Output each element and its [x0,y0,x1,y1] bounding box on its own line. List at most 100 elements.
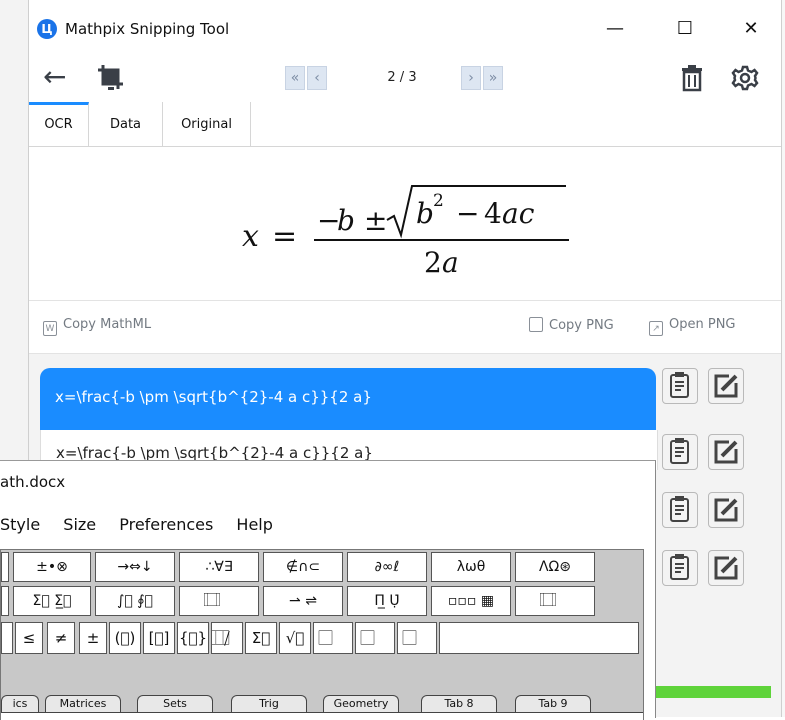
palette-parentheses[interactable]: (⃞) [109,622,141,654]
palette-tab-trig[interactable]: Trig [231,695,307,713]
palette-tab-8[interactable]: Tab 8 [421,695,497,713]
copy-mathml-label: Copy MathML [63,317,152,332]
toolbar: ← « ‹ 2 / 3 › » [29,58,781,102]
palette-button[interactable] [1,586,9,616]
palette-integrals[interactable]: ∫⃞ ∮⃞ [95,586,175,616]
trash-icon[interactable] [679,64,705,92]
copy-clipboard-button[interactable] [662,550,698,586]
previous-page-button[interactable]: ‹ [307,66,327,90]
palette-plus-minus[interactable]: ± [79,622,107,654]
palette-superscript[interactable]: ⃞ [313,622,353,654]
palette-tab-statistics[interactable]: ics [1,695,39,713]
mathpix-logo-icon: Ц [37,19,57,39]
palette-operators[interactable]: ±•⊗ [13,552,91,582]
result-latex-text: x=\frac{-b \pm \sqrt{b^{2}-4 a c}}{2 a} [55,388,372,406]
palette-tab-matrices[interactable]: Matrices [45,695,121,713]
svg-text:−: − [456,197,479,230]
edit-button[interactable] [708,492,744,528]
svg-text:b: b [337,204,355,237]
palette-tab-content [1,712,643,720]
palette-sub-superscript[interactable]: ⃞ [397,622,437,654]
new-snip-icon[interactable] [95,62,127,94]
minimize-button[interactable]: — [595,14,635,44]
copy-clipboard-button[interactable] [662,368,698,404]
svg-text:±: ± [364,204,387,237]
svg-text:2: 2 [424,246,442,274]
palette-underbars[interactable]: ⃞ ⃞ [179,586,259,616]
palette-arrows[interactable]: →⇔↓ [95,552,175,582]
palette-tab-9[interactable]: Tab 9 [515,695,591,713]
word-doc-icon: W [43,321,57,336]
palette-matrices[interactable]: ▫▫▫ ▦ [431,586,511,616]
palette-products[interactable]: Π̲ Ụ̇ [347,586,427,616]
svg-text:=: = [272,219,297,254]
copy-icon [529,317,543,332]
palette-tab-sets[interactable]: Sets [137,695,213,713]
palette-brackets[interactable]: [⃞] [143,622,175,654]
svg-text:a: a [442,246,459,274]
palette-misc-symbols[interactable]: ∂∞ℓ [347,552,427,582]
menu-preferences[interactable]: Preferences [119,515,213,534]
tab-ocr[interactable]: OCR [29,102,89,146]
mathtype-menubar: Style Size Preferences Help [0,515,291,534]
copy-mathml-button[interactable]: W Copy MathML [43,317,151,336]
view-tabs: OCR Data Original [29,102,781,147]
gear-icon[interactable] [731,64,759,92]
back-arrow-icon[interactable]: ← [43,62,66,92]
formula-preview: x = − b ± b 2 − 4 ac 2 a [29,146,781,301]
menu-style[interactable]: Style [0,515,40,534]
palette-labeled-arrows[interactable]: ⇀ ⇌ [263,586,343,616]
svg-text:ac: ac [502,197,535,230]
symbol-palette: ±•⊗ →⇔↓ ∴∀∃ ∉∩⊂ ∂∞ℓ λωθ ΛΩ⊛ Σ⃞ Σ̲⃞ ∫⃞ ∮⃞… [0,549,644,720]
palette-set-theory[interactable]: ∉∩⊂ [263,552,343,582]
open-png-button[interactable]: ↗ Open PNG [649,317,736,336]
tab-data[interactable]: Data [89,102,163,146]
edit-button[interactable] [708,434,744,470]
palette-fraction[interactable]: ⃞/⃞ [211,622,243,654]
palette-button[interactable] [1,552,9,582]
copy-png-label: Copy PNG [549,318,614,333]
palette-boxes[interactable]: ⃞ ⃞ [515,586,595,616]
page-indicator: 2 / 3 [387,70,417,85]
edit-button[interactable] [708,550,744,586]
palette-not-equal[interactable]: ≠ [47,622,75,654]
window-title: Mathpix Snipping Tool [65,20,230,38]
mathtype-window-title: ath.docx [0,473,66,491]
result-item-selected[interactable]: x=\frac{-b \pm \sqrt{b^{2}-4 a c}}{2 a} [40,368,656,430]
maximize-button[interactable]: ☐ [665,14,705,44]
palette-greek-upper[interactable]: ΛΩ⊛ [515,552,595,582]
rendered-formula: x = − b ± b 2 − 4 ac 2 a [234,178,584,279]
last-page-button[interactable]: » [483,66,503,90]
palette-tab-geometry[interactable]: Geometry [323,695,399,713]
progress-bar [651,686,771,698]
palette-braces[interactable]: {⃞} [177,622,209,654]
svg-text:4: 4 [484,197,502,230]
palette-button[interactable] [1,622,13,654]
menu-help[interactable]: Help [236,515,272,534]
copy-png-button[interactable]: Copy PNG [529,317,614,333]
svg-text:x: x [242,219,259,254]
external-link-icon: ↗ [649,321,663,336]
mathtype-window: ath.docx Style Size Preferences Help ±•⊗… [0,460,656,720]
palette-empty-slot[interactable] [439,622,639,654]
title-bar: Ц Mathpix Snipping Tool — ☐ ✕ [29,0,781,58]
first-page-button[interactable]: « [285,66,305,90]
palette-subscript[interactable]: ⃞ [355,622,395,654]
palette-summation[interactable]: Σ⃞ Σ̲⃞ [13,586,91,616]
palette-greek-lower[interactable]: λωθ [431,552,511,582]
palette-sqrt[interactable]: √⃞ [279,622,311,654]
palette-logic[interactable]: ∴∀∃ [179,552,259,582]
copy-clipboard-button[interactable] [662,434,698,470]
svg-text:2: 2 [433,191,444,211]
edit-button[interactable] [708,368,744,404]
svg-text:b: b [416,197,434,230]
palette-less-equal[interactable]: ≤ [15,622,43,654]
close-button[interactable]: ✕ [731,14,771,44]
copy-actions-row: W Copy MathML Copy PNG ↗ Open PNG [29,301,781,354]
menu-size[interactable]: Size [63,515,96,534]
copy-clipboard-button[interactable] [662,492,698,528]
next-page-button[interactable]: › [461,66,481,90]
palette-sum-template[interactable]: Σ⃞ [245,622,277,654]
open-png-label: Open PNG [669,317,736,332]
tab-original[interactable]: Original [163,102,251,146]
